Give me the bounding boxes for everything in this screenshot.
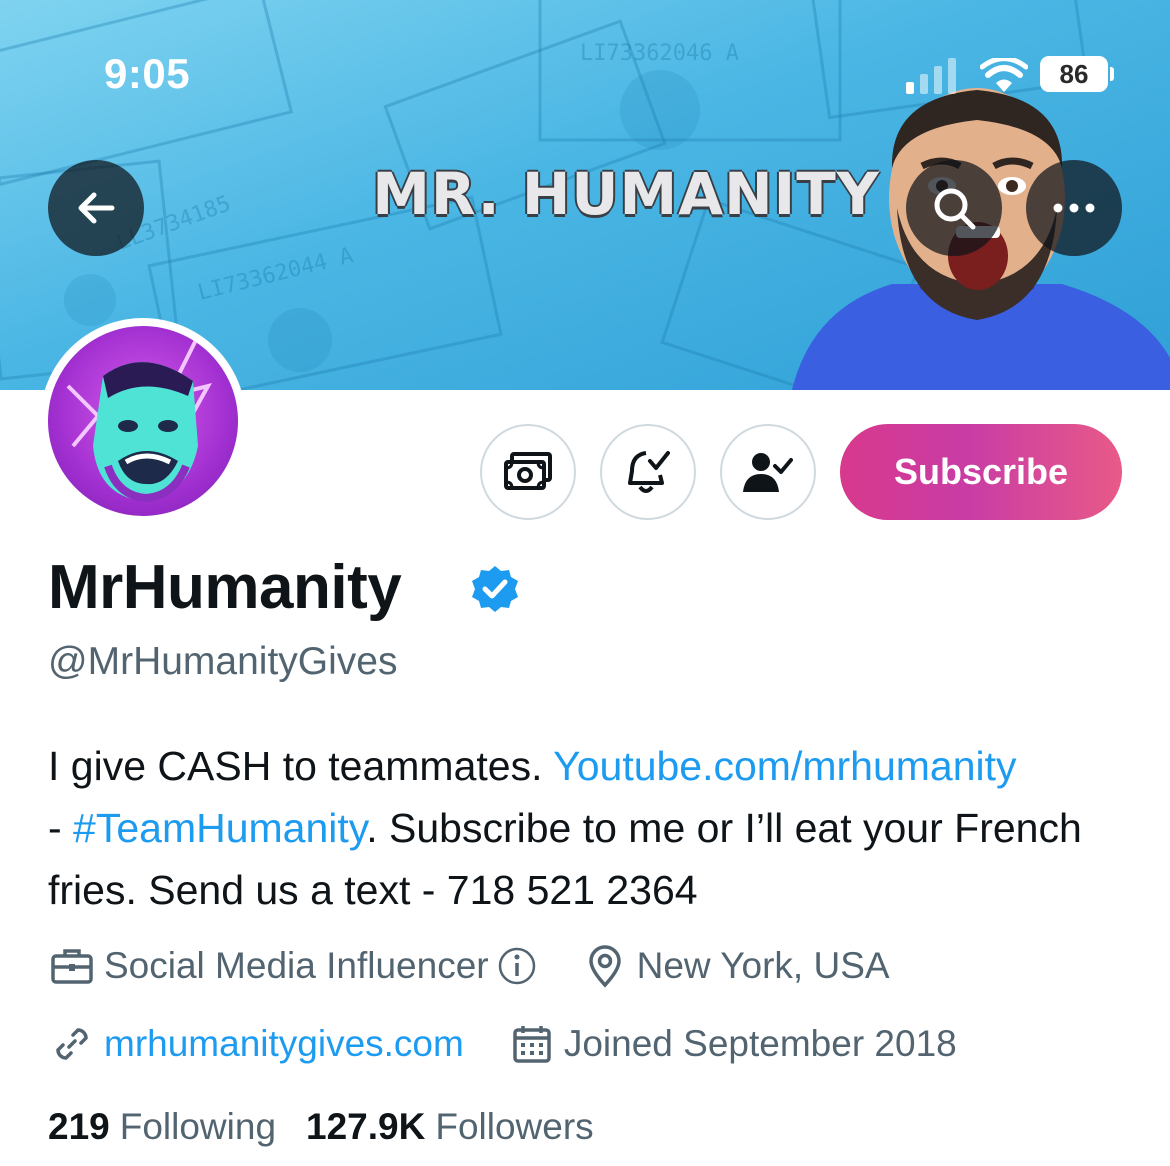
display-name: MrHumanity bbox=[48, 553, 402, 622]
arrow-left-icon bbox=[78, 192, 115, 224]
more-horizontal-icon bbox=[1053, 203, 1095, 213]
following-label: Following bbox=[119, 1106, 277, 1147]
avatar[interactable] bbox=[48, 326, 238, 516]
person-check-icon bbox=[743, 453, 793, 492]
following-stat[interactable]: 219 Following bbox=[48, 1106, 276, 1148]
followers-stat[interactable]: 127.9K Followers bbox=[306, 1106, 594, 1148]
website-link[interactable]: mrhumanitygives.com bbox=[104, 1023, 464, 1065]
profile-meta-row: mrhumanitygives.com Joined September 201… bbox=[48, 1020, 957, 1068]
bio-text: - bbox=[48, 805, 74, 851]
search-icon bbox=[934, 188, 976, 230]
join-date-label: Joined September 2018 bbox=[563, 1023, 957, 1064]
profile-website[interactable]: mrhumanitygives.com bbox=[48, 1020, 464, 1068]
location-label: New York, USA bbox=[636, 945, 890, 986]
svg-text:LI73362046 A: LI73362046 A bbox=[580, 41, 739, 66]
professional-category[interactable]: Social Media Influencer bbox=[48, 942, 537, 990]
cellular-signal-icon bbox=[906, 58, 956, 94]
status-time: 9:05 bbox=[104, 50, 191, 97]
subscribe-button[interactable]: Subscribe bbox=[840, 424, 1122, 520]
search-button[interactable] bbox=[906, 160, 1002, 256]
profile-location: New York, USA bbox=[581, 942, 890, 990]
bio-youtube-link[interactable]: Youtube.com/mrhumanity bbox=[553, 743, 1016, 789]
back-button[interactable] bbox=[48, 160, 144, 256]
avatar-illustration bbox=[66, 335, 212, 503]
profile-join-date: Joined September 2018 bbox=[508, 1020, 957, 1068]
profile-bio: I give CASH to teammates. Youtube.com/mr… bbox=[48, 735, 1138, 921]
followers-label: Followers bbox=[435, 1106, 594, 1147]
briefcase-icon bbox=[48, 942, 96, 990]
verified-badge-icon bbox=[472, 566, 518, 612]
followers-count: 127.9K bbox=[306, 1106, 426, 1147]
bell-check-icon bbox=[628, 451, 670, 493]
follow-stats: 219 Following 127.9K Followers bbox=[48, 1106, 594, 1148]
bio-text: I give CASH to teammates. bbox=[48, 743, 554, 789]
profile-handle: @MrHumanityGives bbox=[48, 640, 398, 683]
bio-hashtag-link[interactable]: #TeamHumanity bbox=[73, 805, 366, 851]
profile-meta-row: Social Media Influencer New York, USA bbox=[48, 942, 890, 990]
battery-nub bbox=[1110, 67, 1114, 81]
category-label: Social Media Influencer bbox=[104, 945, 489, 986]
wifi-icon bbox=[980, 58, 1028, 92]
location-pin-icon bbox=[581, 942, 629, 990]
link-icon bbox=[48, 1020, 96, 1068]
notifications-button[interactable] bbox=[600, 424, 696, 520]
money-icon bbox=[504, 452, 552, 490]
following-button[interactable] bbox=[720, 424, 816, 520]
tip-button[interactable] bbox=[480, 424, 576, 520]
calendar-icon bbox=[508, 1020, 556, 1068]
more-options-button[interactable] bbox=[1026, 160, 1122, 256]
info-icon[interactable] bbox=[497, 946, 537, 986]
svg-text:LI73362044 A: LI73362044 A bbox=[195, 243, 355, 306]
following-count: 219 bbox=[48, 1106, 110, 1147]
battery-indicator: 86 bbox=[1040, 56, 1108, 92]
